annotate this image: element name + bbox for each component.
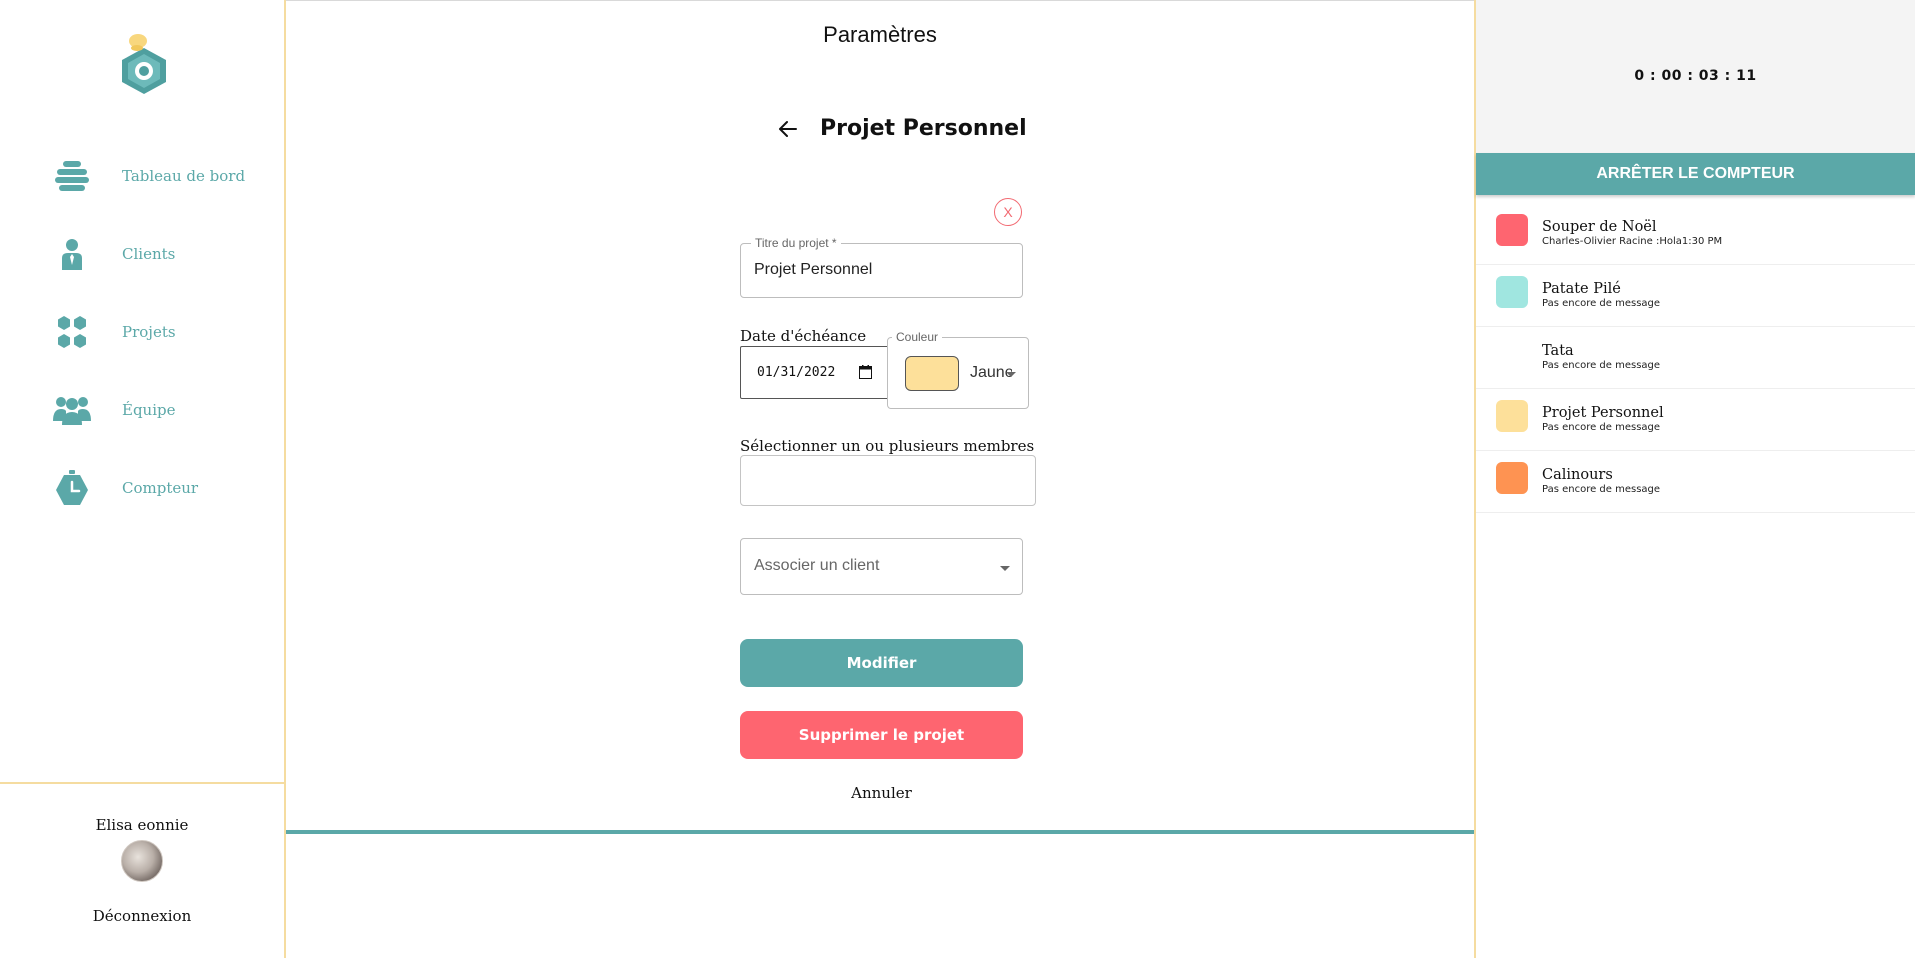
- project-color-swatch: [1496, 400, 1528, 432]
- project-name: Patate Pilé: [1542, 281, 1621, 297]
- project-title-field[interactable]: Titre du projet * Projet Personnel: [740, 236, 1023, 298]
- client-select[interactable]: Associer un client: [740, 538, 1023, 595]
- main-content: Paramètres Projet Personnel X Titre du p…: [286, 0, 1474, 958]
- sidebar-item-label: Équipe: [122, 401, 176, 419]
- timer-display: 0 : 00 : 03 : 11: [1634, 68, 1757, 84]
- team-icon: [52, 390, 92, 430]
- members-multiselect[interactable]: [740, 455, 1036, 506]
- right-panel: 0 : 00 : 03 : 11 ARRÊTER LE COMPTEUR Sou…: [1474, 0, 1915, 958]
- project-list-item[interactable]: Projet Personnel Pas encore de message: [1476, 389, 1915, 451]
- user-name: Elisa eonnie: [95, 816, 189, 834]
- logout-link[interactable]: Déconnexion: [0, 907, 284, 925]
- back-arrow-icon[interactable]: [776, 117, 800, 141]
- project-last-message: Pas encore de message: [1542, 484, 1661, 495]
- project-last-message: Pas encore de message: [1542, 422, 1661, 433]
- sidebar: Tableau de bord Clients Projets Équipe C…: [0, 0, 286, 958]
- color-select[interactable]: Couleur Jaune: [887, 330, 1029, 409]
- stop-timer-button[interactable]: ARRÊTER LE COMPTEUR: [1476, 153, 1915, 195]
- sidebar-item-label: Clients: [122, 245, 176, 263]
- cancel-link[interactable]: Annuler: [740, 784, 1023, 802]
- top-divider: [286, 0, 1474, 1]
- project-title-field-value: Projet Personnel: [754, 261, 873, 278]
- due-date-label: Date d'échéance: [740, 327, 867, 345]
- project-name: Souper de Noël: [1542, 219, 1657, 235]
- project-color-swatch: [1496, 276, 1528, 308]
- sidebar-item-label: Projets: [122, 323, 176, 341]
- bottom-divider: [286, 830, 1474, 834]
- modify-button[interactable]: Modifier: [740, 639, 1023, 687]
- timer-area: 0 : 00 : 03 : 11: [1476, 0, 1915, 153]
- sidebar-item-projects[interactable]: Projets: [0, 304, 284, 360]
- project-name: Calinours: [1542, 467, 1613, 483]
- calendar-icon[interactable]: [859, 365, 872, 379]
- avatar[interactable]: [121, 840, 163, 882]
- person-tie-icon: [52, 234, 92, 274]
- hexagons-icon: [52, 312, 92, 352]
- project-list-item[interactable]: Patate Pilé Pas encore de message: [1476, 265, 1915, 327]
- due-date-value: 01/31/2022: [757, 365, 836, 380]
- project-color-swatch: [1496, 214, 1528, 246]
- sidebar-item-label: Tableau de bord: [122, 167, 246, 185]
- hive-icon: [52, 156, 92, 196]
- project-list-item[interactable]: Souper de Noël Charles-Olivier Racine :H…: [1476, 203, 1915, 265]
- color-swatch: [905, 356, 959, 391]
- project-name: Projet Personnel: [1542, 405, 1664, 421]
- project-title-field-label: Titre du projet *: [751, 236, 841, 250]
- project-header: Projet Personnel: [776, 116, 1027, 141]
- project-list-item[interactable]: Tata Pas encore de message: [1476, 327, 1915, 389]
- sidebar-item-dashboard[interactable]: Tableau de bord: [0, 148, 284, 204]
- chevron-down-icon: [1000, 566, 1010, 571]
- app-logo-icon[interactable]: [116, 32, 172, 96]
- close-button[interactable]: X: [994, 198, 1022, 226]
- project-color-swatch: [1496, 462, 1528, 494]
- project-color-swatch: [1496, 338, 1528, 370]
- project-last-message: Pas encore de message: [1542, 360, 1661, 371]
- due-date-input[interactable]: 01/31/2022: [740, 346, 889, 399]
- project-last-message: Charles-Olivier Racine :Hola1:30 PM: [1542, 236, 1723, 247]
- project-last-message: Pas encore de message: [1542, 298, 1661, 309]
- user-block: Elisa eonnie Déconnexion: [0, 782, 284, 958]
- sidebar-item-clients[interactable]: Clients: [0, 226, 284, 282]
- project-list-item[interactable]: Calinours Pas encore de message: [1476, 451, 1915, 513]
- sidebar-item-team[interactable]: Équipe: [0, 382, 284, 438]
- color-select-label: Couleur: [892, 330, 943, 344]
- project-name: Tata: [1542, 343, 1574, 359]
- chevron-down-icon: [1006, 372, 1016, 377]
- stopwatch-icon: [52, 468, 92, 508]
- sidebar-item-timer[interactable]: Compteur: [0, 460, 284, 516]
- sidebar-item-label: Compteur: [122, 479, 199, 497]
- project-title: Projet Personnel: [820, 116, 1027, 141]
- delete-project-button[interactable]: Supprimer le projet: [740, 711, 1023, 759]
- members-label: Sélectionner un ou plusieurs membres: [740, 437, 1035, 455]
- page-title: Paramètres: [823, 22, 937, 47]
- client-select-placeholder: Associer un client: [754, 557, 880, 574]
